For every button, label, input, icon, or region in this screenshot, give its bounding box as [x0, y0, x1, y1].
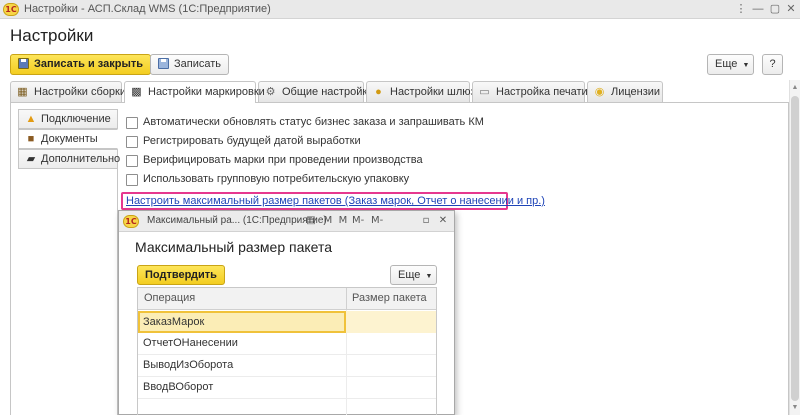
license-icon: ◉	[594, 86, 605, 98]
save-label: Записать	[174, 58, 222, 70]
settings-icon: ⚙	[265, 86, 276, 98]
scroll-down-icon[interactable]: ▼	[790, 402, 800, 414]
save-and-close-button[interactable]: Записать и закрыть	[10, 54, 152, 75]
help-button[interactable]: ?	[762, 54, 783, 75]
memory-icon[interactable]: M	[322, 215, 334, 227]
column-header-operation[interactable]: Операция	[144, 292, 195, 304]
package-size-table: Операция Размер пакета ЗаказМарок ОтчетО…	[137, 287, 437, 415]
dialog-title: Максимальный ра... (1С:Предприятие)	[147, 215, 327, 226]
minimize-icon[interactable]: —	[751, 2, 765, 16]
clipboard-icon[interactable]: ▤	[305, 215, 317, 227]
tab-gateway-settings[interactable]: ● Настройки шлюз	[366, 81, 476, 102]
checkbox[interactable]	[126, 136, 138, 148]
column-header-package-size[interactable]: Размер пакета	[352, 292, 427, 304]
dialog-heading: Максимальный размер пакета	[135, 239, 333, 255]
more-label: Еще	[715, 58, 738, 70]
qr-code-icon: ▩	[131, 86, 142, 98]
table-row[interactable]: ВводВОборот	[138, 377, 436, 399]
cell-operation[interactable]: ВыводИзОборота	[138, 355, 346, 377]
table-header: Операция Размер пакета	[138, 288, 436, 310]
tab-general-settings[interactable]: ⚙ Общие настройки	[258, 81, 373, 102]
tab-label: Настройка печати	[496, 86, 588, 98]
maximize-icon[interactable]: ▢	[768, 2, 782, 16]
briefcase-icon: ■	[27, 133, 35, 145]
chevron-down-icon: ▼	[742, 62, 750, 69]
tab-licenses[interactable]: ◉ Лицензии	[587, 81, 663, 102]
cell-package-size[interactable]	[346, 377, 436, 399]
warning-icon: ▲	[25, 113, 37, 125]
chat-icon: ▰	[26, 153, 36, 165]
tab-label: Настройки сборки	[34, 86, 126, 98]
close-icon[interactable]: ✕	[784, 2, 798, 16]
sidebar-item-connection[interactable]: ▲ Подключение	[18, 109, 118, 129]
gateway-icon: ●	[375, 86, 382, 98]
tab-print-settings[interactable]: ▭ Настройка печати	[472, 81, 588, 102]
checkbox[interactable]	[126, 117, 138, 129]
vertical-scrollbar[interactable]: ▲ ▼	[789, 80, 800, 415]
restore-icon[interactable]: ▫	[420, 215, 432, 227]
table-row[interactable]: ВыводИзОборота	[138, 355, 436, 377]
cell-package-size[interactable]	[346, 311, 436, 333]
save-icon	[158, 58, 169, 69]
table-row[interactable]: ОтчетОНанесении	[138, 333, 436, 355]
tab-label: Настройки шлюз	[390, 86, 476, 98]
page-title: Настройки	[10, 26, 94, 45]
cell-operation[interactable]: ЗаказМарок	[138, 311, 346, 333]
column-divider	[346, 288, 347, 310]
tab-marking-settings[interactable]: ▩ Настройки маркировки	[124, 81, 265, 103]
save-icon	[18, 58, 29, 69]
sidebar-item-label: Документы	[41, 133, 98, 145]
tab-label: Лицензии	[611, 86, 661, 98]
checkbox-label: Регистрировать будущей датой выработки	[143, 135, 361, 147]
1c-logo-icon: 1С	[123, 215, 139, 228]
checkbox[interactable]	[126, 174, 138, 186]
window-menu-icon[interactable]: ⋮	[734, 2, 748, 16]
cell-package-size[interactable]	[346, 355, 436, 377]
save-and-close-label: Записать и закрыть	[34, 58, 144, 70]
sidebar-item-label: Дополнительно	[41, 153, 121, 165]
memory-m-icon[interactable]: M-	[371, 215, 383, 227]
table-row[interactable]: ЗаказМарок	[138, 311, 436, 333]
memory-plus-icon[interactable]: M	[337, 215, 349, 227]
dialog-more-button[interactable]: Еще ▼	[390, 265, 437, 285]
sidebar-item-documents[interactable]: ■ Документы	[18, 129, 118, 149]
sidebar-item-additional[interactable]: ▰ Дополнительно	[18, 149, 121, 169]
max-package-size-link[interactable]: Настроить максимальный размер пакетов (З…	[126, 195, 545, 207]
checkbox[interactable]	[126, 155, 138, 167]
scroll-up-icon[interactable]: ▲	[790, 82, 800, 94]
sidebar-item-label: Подключение	[41, 113, 111, 125]
scroll-thumb[interactable]	[791, 96, 799, 401]
dialog-titlebar: 1С Максимальный ра... (1С:Предприятие) ▤…	[119, 211, 454, 232]
tab-assembly-settings[interactable]: ▦ Настройки сборки	[10, 81, 126, 102]
close-icon[interactable]: ✕	[437, 215, 449, 227]
checkbox-label: Верифицировать марки при проведении прои…	[143, 154, 423, 166]
cell-operation[interactable]: ОтчетОНанесении	[138, 333, 346, 355]
memory-minus-icon[interactable]: M-	[352, 215, 364, 227]
max-package-size-dialog: 1С Максимальный ра... (1С:Предприятие) ▤…	[118, 210, 455, 415]
table-icon: ▦	[17, 86, 28, 98]
window-titlebar: 1С Настройки - АСП.Склад WMS (1С:Предпри…	[0, 0, 800, 19]
save-button[interactable]: Записать	[150, 54, 230, 75]
tab-label: Общие настройки	[282, 86, 374, 98]
cell-package-size[interactable]	[346, 333, 436, 355]
printer-icon: ▭	[479, 86, 490, 98]
confirm-button[interactable]: Подтвердить	[137, 265, 225, 285]
1c-logo-icon: 1С	[3, 3, 19, 16]
checkbox-label: Использовать групповую потребительскую у…	[143, 173, 410, 185]
more-button[interactable]: Еще ▼	[707, 54, 754, 75]
more-label: Еще	[398, 269, 421, 281]
window-title: Настройки - АСП.Склад WMS (1С:Предприяти…	[24, 3, 271, 15]
tab-label: Настройки маркировки	[148, 86, 265, 98]
cell-operation[interactable]: ВводВОборот	[138, 377, 346, 399]
checkbox-label: Автоматически обновлять статус бизнес за…	[143, 116, 484, 128]
chevron-down-icon: ▼	[425, 273, 433, 280]
